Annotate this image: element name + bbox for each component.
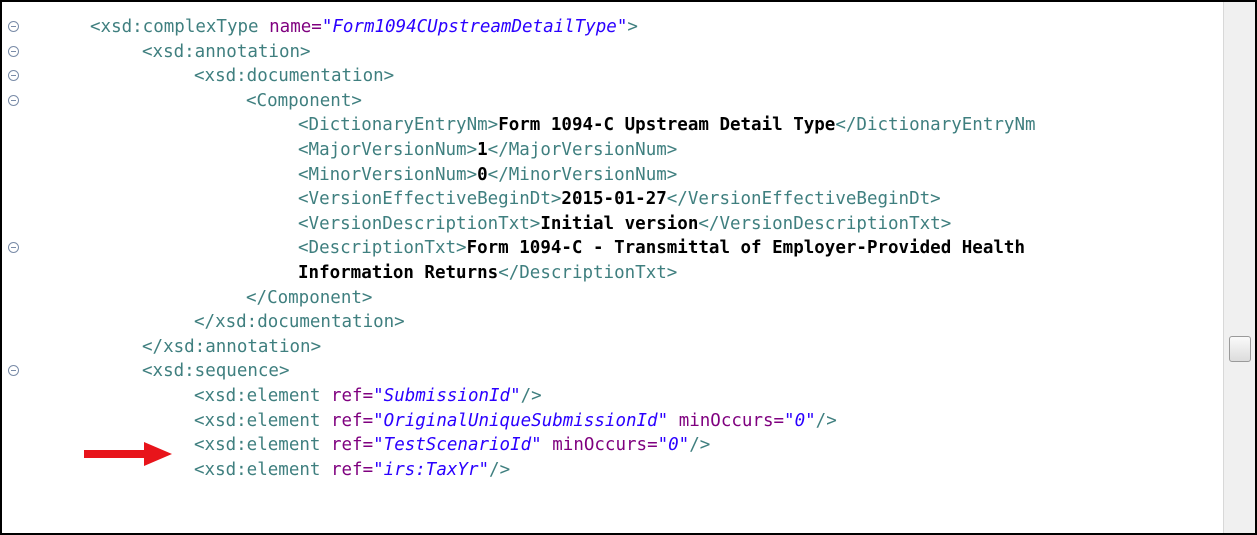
code-token-val: "Form1094CUpstreamDetailType" (321, 17, 628, 37)
code-token-tag: <Component> (246, 90, 362, 111)
code-token-tag: <xsd:complexType (90, 17, 270, 37)
code-token-tag: </xsd:annotation> (142, 336, 322, 357)
arrow-shaft (84, 450, 146, 458)
code-token-tag: <xsd:element (194, 410, 331, 431)
fold-toggle-icon[interactable] (8, 94, 19, 106)
code-token-attr: name= (269, 17, 322, 37)
fold-toggle-icon[interactable] (8, 70, 19, 82)
code-line[interactable]: <DictionaryEntryNm>Form 1094-C Upstream … (298, 112, 1036, 138)
code-token-tag: <DescriptionTxt> (298, 238, 467, 259)
code-token-tag: <xsd:element (194, 386, 331, 406)
code-token-txt: 0 (477, 164, 488, 185)
code-token-tag: <xsd:element (194, 435, 331, 456)
code-line[interactable]: <MajorVersionNum>1</MajorVersionNum> (298, 137, 677, 163)
code-line[interactable]: <xsd:sequence> (142, 358, 290, 384)
code-token-attr: ref= (330, 459, 374, 480)
code-line[interactable]: Information Returns</DescriptionTxt> (298, 260, 677, 286)
code-line[interactable]: </xsd:documentation> (194, 309, 405, 335)
fold-toggle-icon[interactable] (8, 45, 19, 57)
editor-window: <xsd:complexType name="Form1094CUpstream… (0, 0, 1257, 535)
code-token-txt: Initial version (540, 213, 699, 234)
code-line[interactable]: <VersionDescriptionTxt>Initial version</… (298, 211, 951, 237)
code-editor[interactable]: <xsd:complexType name="Form1094CUpstream… (2, 2, 1227, 533)
code-token-tag (542, 435, 553, 455)
code-token-tag: /> (815, 410, 837, 431)
code-token-tag: </DictionaryEntryNm (835, 115, 1036, 136)
code-line[interactable]: <xsd:annotation> (142, 39, 311, 65)
code-token-tag: <VersionDescriptionTxt> (298, 213, 541, 234)
code-token-tag: /> (520, 386, 542, 406)
fold-toggle-icon[interactable] (8, 21, 19, 32)
code-token-txt: Form 1094-C Upstream Detail Type (498, 115, 836, 136)
code-token-tag: </VersionDescriptionTxt> (698, 213, 952, 234)
code-token-tag: <MajorVersionNum> (298, 140, 478, 160)
code-token-val: "OriginalUniqueSubmissionId" (373, 410, 669, 431)
code-token-tag (668, 411, 679, 431)
code-token-tag: <xsd:documentation> (194, 66, 395, 87)
code-line[interactable]: <VersionEffectiveBeginDt>2015-01-27</Ver… (298, 186, 941, 212)
code-token-attr: ref= (330, 386, 374, 406)
code-token-tag: <VersionEffectiveBeginDt> (298, 189, 562, 210)
code-line[interactable]: </xsd:annotation> (142, 334, 321, 360)
code-token-tag: <DictionaryEntryNm> (298, 115, 499, 136)
code-token-tag: </xsd:documentation> (194, 312, 405, 333)
code-line[interactable]: <DescriptionTxt>Form 1094-C - Transmitta… (298, 235, 1025, 261)
code-line[interactable]: </Component> (246, 285, 372, 311)
vertical-scrollbar[interactable] (1223, 2, 1255, 533)
code-token-attr: ref= (330, 410, 374, 431)
code-token-tag: /> (689, 435, 711, 456)
code-token-tag: <xsd:annotation> (142, 41, 311, 62)
code-line[interactable]: <MinorVersionNum>0</MinorVersionNum> (298, 162, 677, 188)
code-line[interactable]: <Component> (246, 88, 362, 114)
code-token-val: "SubmissionId" (373, 386, 521, 406)
code-token-attr: minOccurs= (678, 410, 785, 431)
code-token-attr: ref= (330, 435, 374, 456)
code-token-val: "irs:TaxYr" (373, 459, 490, 480)
code-line[interactable]: <xsd:element ref="TestScenarioId" minOcc… (194, 432, 710, 458)
code-token-tag: </VersionEffectiveBeginDt> (666, 189, 941, 210)
code-line[interactable]: <xsd:element ref="irs:TaxYr"/> (194, 457, 510, 483)
code-token-tag: <xsd:element (194, 459, 331, 480)
code-token-txt: Information Returns (298, 263, 499, 283)
code-token-tag: </MajorVersionNum> (487, 140, 678, 160)
fold-toggle-icon[interactable] (8, 365, 19, 377)
scrollbar-thumb[interactable] (1229, 336, 1251, 362)
fold-toggle-icon[interactable] (8, 242, 19, 254)
code-token-tag: /> (489, 459, 511, 480)
code-line[interactable]: <xsd:documentation> (194, 63, 394, 89)
code-token-tag: </DescriptionTxt> (498, 263, 678, 283)
code-token-tag: <MinorVersionNum> (298, 164, 478, 185)
code-token-txt: 2015-01-27 (561, 189, 667, 210)
code-token-val: "0" (657, 435, 690, 456)
code-token-tag: > (627, 17, 638, 37)
code-token-val: "TestScenarioId" (373, 435, 542, 456)
code-token-tag: </MinorVersionNum> (487, 164, 678, 185)
code-token-val: "0" (784, 410, 816, 431)
code-line[interactable]: <xsd:complexType name="Form1094CUpstream… (90, 14, 638, 40)
code-token-tag: </Component> (246, 287, 373, 308)
code-line[interactable]: <xsd:element ref="SubmissionId"/> (194, 383, 542, 409)
code-token-tag: <xsd:sequence> (142, 361, 290, 382)
code-token-attr: minOccurs= (552, 435, 658, 456)
code-line[interactable]: <xsd:element ref="OriginalUniqueSubmissi… (194, 408, 837, 434)
code-token-txt: 1 (477, 140, 488, 160)
arrow-head (144, 442, 172, 466)
red-arrow-icon (84, 442, 172, 466)
code-token-txt: Form 1094-C - Transmittal of Employer-Pr… (466, 238, 1025, 259)
